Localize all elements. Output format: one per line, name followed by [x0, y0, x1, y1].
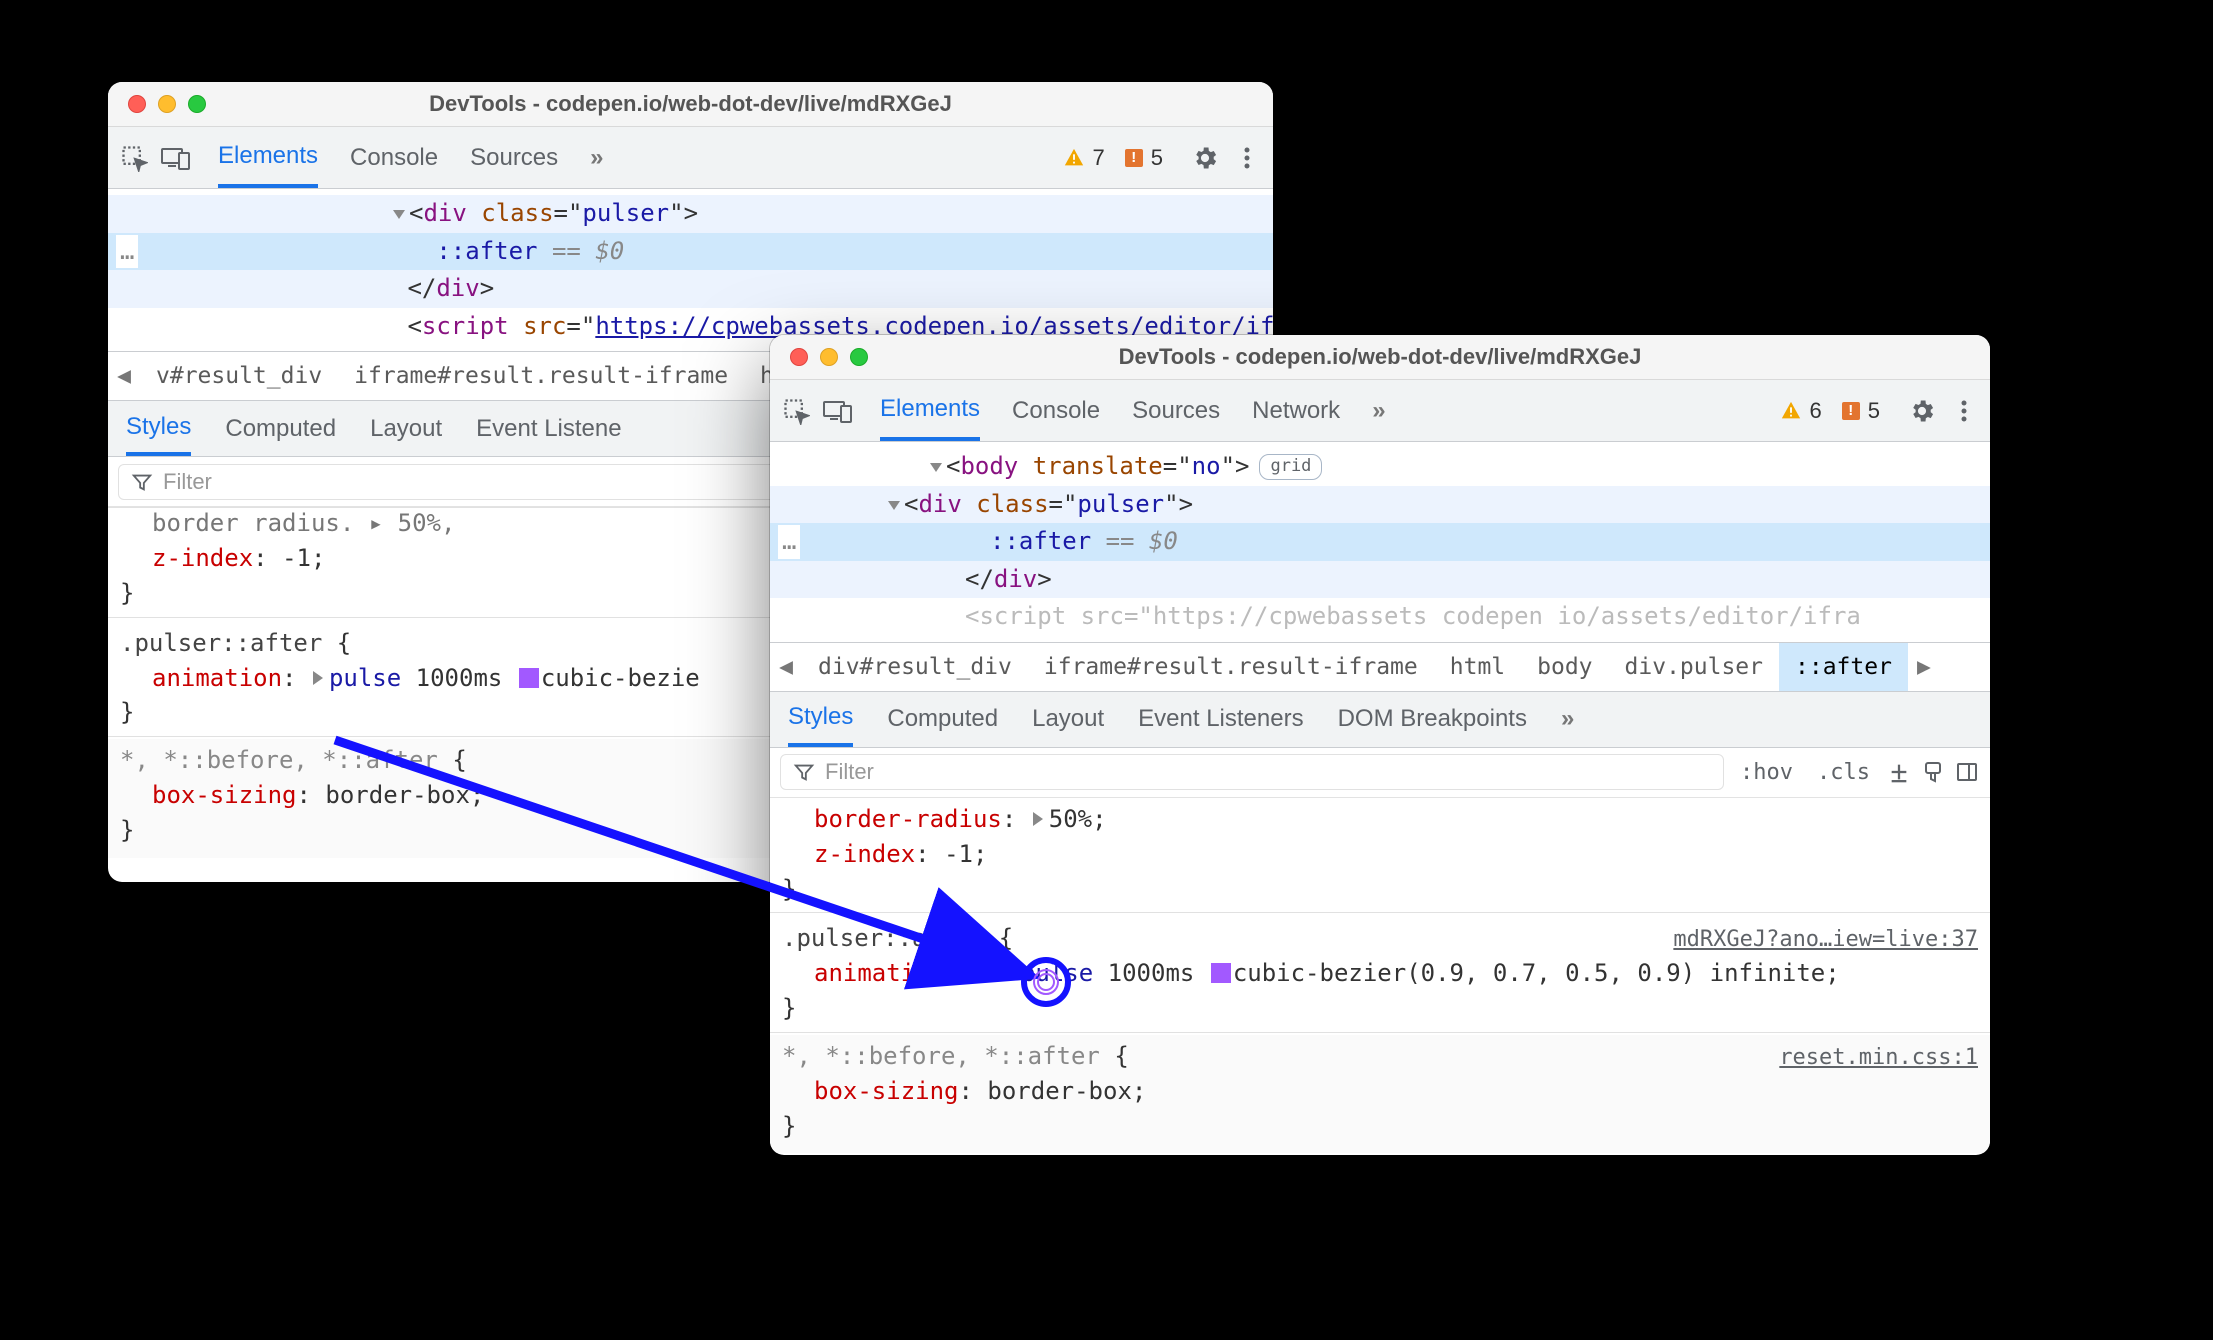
- tabs-overflow-icon[interactable]: »: [590, 127, 603, 188]
- dom-line[interactable]: </div>: [108, 270, 1273, 308]
- dom-line-selected[interactable]: …::after == $0: [770, 523, 1990, 561]
- crumb-prev-icon[interactable]: ◀: [770, 654, 802, 680]
- dom-line[interactable]: <div class="pulser">: [770, 486, 1990, 524]
- css-rule[interactable]: border-radius: 50%; z-index: -1; }: [782, 802, 1978, 906]
- expand-caret-icon[interactable]: [975, 966, 985, 980]
- dom-line[interactable]: <script src="https://cpwebassets codepen…: [770, 598, 1990, 636]
- subtab-event-listeners[interactable]: Event Listeners: [1138, 692, 1303, 747]
- device-toggle-icon[interactable]: [820, 393, 856, 429]
- dom-line[interactable]: <body translate="no">grid: [770, 448, 1990, 486]
- tab-console[interactable]: Console: [350, 127, 438, 188]
- filter-input[interactable]: Filter: [780, 754, 1724, 790]
- traffic-lights: [770, 348, 868, 366]
- crumb-item[interactable]: v#result_div: [140, 352, 338, 400]
- hov-button[interactable]: :hov: [1732, 758, 1801, 787]
- crumb-prev-icon[interactable]: ◀: [108, 363, 140, 389]
- close-icon[interactable]: [790, 348, 808, 366]
- expand-caret-icon[interactable]: [313, 671, 323, 685]
- crumb-item[interactable]: iframe#result.result-iframe: [1028, 643, 1434, 691]
- dom-tree[interactable]: <div class="pulser"> … ::after == $0 </d…: [108, 189, 1273, 351]
- filter-placeholder: Filter: [163, 469, 212, 495]
- dom-line[interactable]: </div>: [770, 561, 1990, 599]
- subtab-styles[interactable]: Styles: [126, 401, 191, 456]
- subtab-layout[interactable]: Layout: [370, 401, 442, 456]
- tab-elements[interactable]: Elements: [218, 127, 318, 188]
- window-title: DevTools - codepen.io/web-dot-dev/live/m…: [770, 344, 1990, 370]
- css-rule[interactable]: .pulser::after {mdRXGeJ?ano…iew=live:37 …: [782, 921, 1978, 1025]
- tab-sources[interactable]: Sources: [470, 127, 558, 188]
- settings-icon[interactable]: [1904, 393, 1940, 429]
- minimize-icon[interactable]: [158, 95, 176, 113]
- ellipsis-icon[interactable]: …: [778, 525, 800, 559]
- expand-caret-icon[interactable]: [1033, 812, 1043, 826]
- new-rule-icon[interactable]: [1886, 759, 1912, 785]
- crumb-item[interactable]: div.pulser: [1609, 643, 1779, 691]
- minimize-icon[interactable]: [820, 348, 838, 366]
- breadcrumb[interactable]: ◀ div#result_div iframe#result.result-if…: [770, 642, 1990, 692]
- css-rule[interactable]: *, *::before, *::after {reset.min.css:1 …: [770, 1035, 1990, 1153]
- crumb-item[interactable]: div#result_div: [802, 643, 1028, 691]
- subtabs-overflow-icon[interactable]: »: [1561, 692, 1574, 747]
- window-title: DevTools - codepen.io/web-dot-dev/live/m…: [108, 91, 1273, 117]
- animation-editor-icon[interactable]: [1033, 969, 1059, 995]
- zoom-icon[interactable]: [850, 348, 868, 366]
- errors-count[interactable]: ! 5: [1125, 145, 1163, 171]
- source-link[interactable]: reset.min.css:1: [1779, 1042, 1978, 1074]
- easing-swatch-icon[interactable]: [519, 668, 539, 688]
- device-toggle-icon[interactable]: [158, 140, 194, 176]
- paint-flash-icon[interactable]: [1920, 759, 1946, 785]
- tabs-overflow-icon[interactable]: »: [1372, 380, 1385, 441]
- filter-placeholder: Filter: [825, 759, 874, 785]
- zoom-icon[interactable]: [188, 95, 206, 113]
- styles-panel[interactable]: border-radius: 50%; z-index: -1; } .puls…: [770, 798, 1990, 1153]
- dom-line-selected[interactable]: … ::after == $0: [108, 233, 1273, 271]
- subtab-computed[interactable]: Computed: [225, 401, 336, 456]
- crumb-item[interactable]: body: [1521, 643, 1608, 691]
- inspect-icon[interactable]: [778, 393, 814, 429]
- titlebar: DevTools - codepen.io/web-dot-dev/live/m…: [770, 335, 1990, 380]
- tab-elements[interactable]: Elements: [880, 380, 980, 441]
- filter-bar: Filter :hov .cls: [770, 748, 1990, 798]
- subtab-styles[interactable]: Styles: [788, 692, 853, 747]
- toggle-sidebar-icon[interactable]: [1954, 759, 1980, 785]
- main-tab-bar: Elements Console Sources » 7 ! 5: [108, 127, 1273, 189]
- dom-tree[interactable]: <body translate="no">grid <div class="pu…: [770, 442, 1990, 642]
- traffic-lights: [108, 95, 206, 113]
- dom-line[interactable]: <div class="pulser">: [108, 195, 1273, 233]
- subtab-layout[interactable]: Layout: [1032, 692, 1104, 747]
- tab-sources[interactable]: Sources: [1132, 380, 1220, 441]
- crumb-next-icon[interactable]: ▶: [1908, 654, 1940, 680]
- kebab-menu-icon[interactable]: [1946, 393, 1982, 429]
- crumb-item[interactable]: html: [1434, 643, 1521, 691]
- kebab-menu-icon[interactable]: [1229, 140, 1265, 176]
- warnings-count[interactable]: 7: [1063, 145, 1105, 171]
- warnings-count[interactable]: 6: [1780, 398, 1822, 424]
- styles-tab-bar: Styles Computed Layout Event Listeners D…: [770, 692, 1990, 748]
- main-tab-bar: Elements Console Sources Network » 6 ! 5: [770, 380, 1990, 442]
- crumb-item-selected[interactable]: ::after: [1779, 643, 1908, 691]
- grid-badge[interactable]: grid: [1259, 454, 1322, 480]
- tab-set: Elements Console Sources »: [218, 127, 604, 188]
- close-icon[interactable]: [128, 95, 146, 113]
- inspect-icon[interactable]: [116, 140, 152, 176]
- settings-icon[interactable]: [1187, 140, 1223, 176]
- subtab-event-listeners[interactable]: Event Listene: [476, 401, 621, 456]
- tab-console[interactable]: Console: [1012, 380, 1100, 441]
- cls-button[interactable]: .cls: [1809, 758, 1878, 787]
- source-link[interactable]: mdRXGeJ?ano…iew=live:37: [1673, 924, 1978, 956]
- errors-count[interactable]: ! 5: [1842, 398, 1880, 424]
- devtools-window-front: DevTools - codepen.io/web-dot-dev/live/m…: [770, 335, 1990, 1155]
- titlebar: DevTools - codepen.io/web-dot-dev/live/m…: [108, 82, 1273, 127]
- tab-set: Elements Console Sources Network »: [880, 380, 1386, 441]
- easing-swatch-icon[interactable]: [1211, 963, 1231, 983]
- ellipsis-icon[interactable]: …: [116, 235, 138, 269]
- tab-network[interactable]: Network: [1252, 380, 1340, 441]
- subtab-computed[interactable]: Computed: [887, 692, 998, 747]
- crumb-item[interactable]: iframe#result.result-iframe: [338, 352, 744, 400]
- subtab-dom-breakpoints[interactable]: DOM Breakpoints: [1338, 692, 1527, 747]
